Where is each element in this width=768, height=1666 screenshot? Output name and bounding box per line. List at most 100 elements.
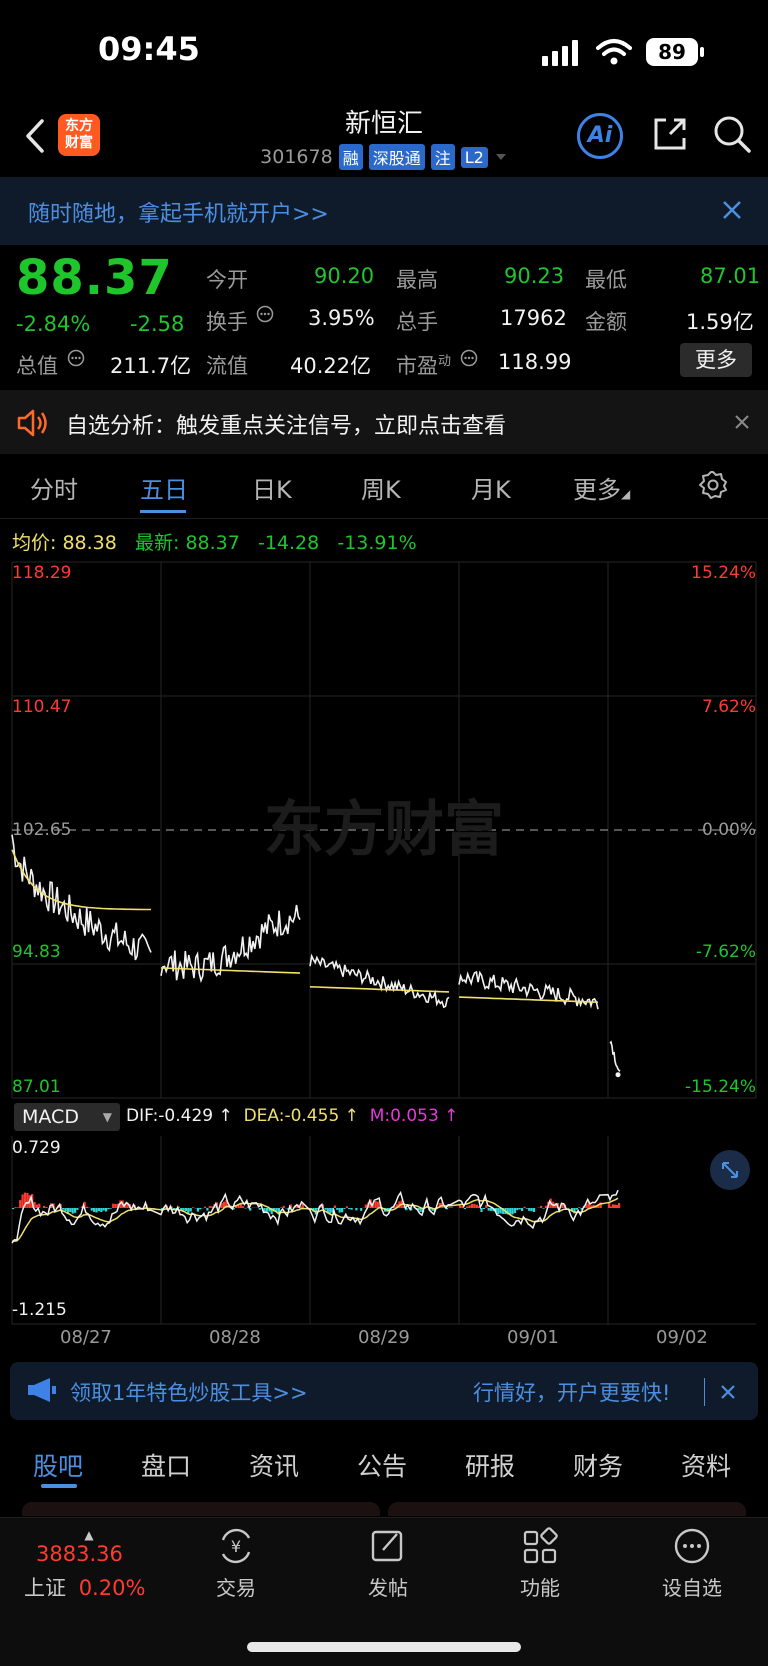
macd-bar: [62, 1208, 64, 1210]
index-value: 3883.36: [36, 1542, 154, 1566]
macd-bar: [103, 1208, 105, 1211]
date-label: 08/27: [60, 1327, 112, 1348]
nav-trade[interactable]: ¥ 交易: [181, 1526, 291, 1601]
tab-monthly-k[interactable]: 月K: [471, 470, 511, 505]
megaphone-icon: [26, 1376, 58, 1404]
tab-weekly-k[interactable]: 周K: [361, 470, 401, 505]
macd-bar: [91, 1208, 93, 1211]
macd-bar: [45, 1207, 47, 1208]
active-tab-indicator: [41, 1484, 77, 1488]
macd-bar: [346, 1206, 348, 1208]
promo-right-text[interactable]: 行情好，开户更要快!: [473, 1377, 670, 1407]
chart-legend: 均价: 88.38 最新: 88.37 -14.28 -13.91%: [12, 528, 417, 555]
signal-icon: [542, 40, 582, 66]
speaker-icon: [16, 408, 50, 438]
close-icon[interactable]: [734, 414, 750, 430]
more-dots-icon: [671, 1526, 713, 1566]
tab-research[interactable]: 研报: [465, 1447, 515, 1483]
macd-bar: [182, 1208, 184, 1210]
macd-bar: [206, 1208, 208, 1211]
analysis-text[interactable]: 自选分析：触发重点关注信号，立即点击查看: [66, 408, 506, 440]
macd-bar: [488, 1208, 490, 1211]
legend-change-amount: -14.28: [258, 532, 319, 554]
macd-bar: [608, 1203, 610, 1208]
high-label: 最高: [396, 264, 438, 294]
price-line-segment: [459, 972, 598, 1009]
macd-bar: [259, 1208, 261, 1210]
tab-profile[interactable]: 资料: [681, 1447, 731, 1483]
tab-intraday[interactable]: 分时: [30, 470, 78, 505]
indicator-select[interactable]: MACD ▼: [14, 1103, 120, 1131]
grid-icon: [519, 1526, 561, 1566]
macd-bar: [64, 1208, 66, 1211]
macd-bar: [17, 1207, 19, 1208]
macd-bar: [244, 1208, 246, 1209]
info-icon[interactable]: [67, 349, 85, 367]
macd-bar: [74, 1208, 76, 1213]
macd-bar: [466, 1206, 468, 1208]
close-icon[interactable]: [722, 200, 742, 220]
macd-bar: [516, 1208, 518, 1210]
open-value: 90.20: [314, 264, 374, 288]
macd-bar: [519, 1208, 521, 1209]
more-button[interactable]: 更多: [680, 343, 752, 377]
macd-bar: [471, 1204, 473, 1208]
info-icon[interactable]: [256, 305, 274, 323]
macd-bar: [351, 1208, 353, 1210]
close-icon[interactable]: [720, 1384, 736, 1400]
macd-bar: [69, 1208, 71, 1212]
price-chart[interactable]: 东方财富: [0, 560, 768, 1100]
compose-icon: [367, 1526, 409, 1566]
macd-bar: [526, 1208, 528, 1209]
tab-news[interactable]: 资讯: [249, 1447, 299, 1483]
tab-more[interactable]: 更多◢: [573, 470, 630, 505]
gear-icon[interactable]: [698, 470, 728, 500]
promo-left-text[interactable]: 领取1年特色炒股工具>>: [70, 1377, 330, 1407]
macd-bar: [578, 1207, 580, 1208]
expand-button[interactable]: [710, 1150, 750, 1190]
share-icon[interactable]: [650, 114, 690, 154]
change-percent: -2.84%: [16, 312, 90, 336]
macd-chart[interactable]: [0, 1136, 768, 1326]
y-label-2: 110.47: [12, 697, 71, 717]
tab-announcements[interactable]: 公告: [357, 1447, 407, 1483]
macd-bar: [105, 1208, 107, 1212]
y-pct-mid: 0.00%: [702, 820, 756, 840]
nav-function[interactable]: 功能: [485, 1526, 595, 1601]
status-bar: 09:45 89: [0, 0, 768, 100]
index-ticker[interactable]: ▲ 3883.36 上证 0.20%: [24, 1528, 154, 1602]
nav-post-label: 发帖: [368, 1576, 408, 1600]
float-mv-value: 40.22亿: [290, 350, 371, 380]
pe-sup: 动: [438, 354, 451, 369]
banner-text[interactable]: 随时随地，拿起手机就开户>>: [28, 196, 329, 228]
macd-bar: [343, 1208, 345, 1209]
high-value: 90.23: [504, 264, 564, 288]
macd-bar: [26, 1193, 28, 1208]
tab-guba[interactable]: 股吧: [33, 1447, 83, 1483]
macd-bar: [329, 1208, 331, 1214]
pe-label-text: 市盈: [396, 354, 438, 378]
card-peek: [22, 1502, 380, 1516]
ai-button[interactable]: Ai: [577, 113, 623, 159]
macd-bar: [521, 1208, 523, 1211]
price-line-segment: [610, 1042, 620, 1071]
nav-post[interactable]: 发帖: [333, 1526, 443, 1601]
info-icon[interactable]: [460, 349, 478, 367]
date-label: 09/02: [656, 1327, 708, 1348]
battery-icon: 89: [646, 38, 698, 66]
macd-bar: [476, 1205, 478, 1208]
tag-l2: L2: [461, 147, 488, 168]
y-label-4: 94.83: [12, 942, 61, 962]
index-change: 0.20%: [79, 1576, 146, 1600]
macd-bar: [610, 1206, 612, 1208]
tab-daily-k[interactable]: 日K: [252, 470, 292, 505]
tab-five-day[interactable]: 五日: [140, 470, 188, 505]
nav-watchlist[interactable]: 设自选: [637, 1526, 747, 1601]
legend-change-percent: -13.91%: [337, 532, 416, 554]
macd-bar: [348, 1208, 350, 1209]
macd-bar: [533, 1208, 535, 1212]
tab-finance[interactable]: 财务: [573, 1447, 623, 1483]
tab-order-book[interactable]: 盘口: [141, 1447, 191, 1483]
search-icon[interactable]: [712, 114, 752, 154]
macd-bar: [336, 1208, 338, 1210]
